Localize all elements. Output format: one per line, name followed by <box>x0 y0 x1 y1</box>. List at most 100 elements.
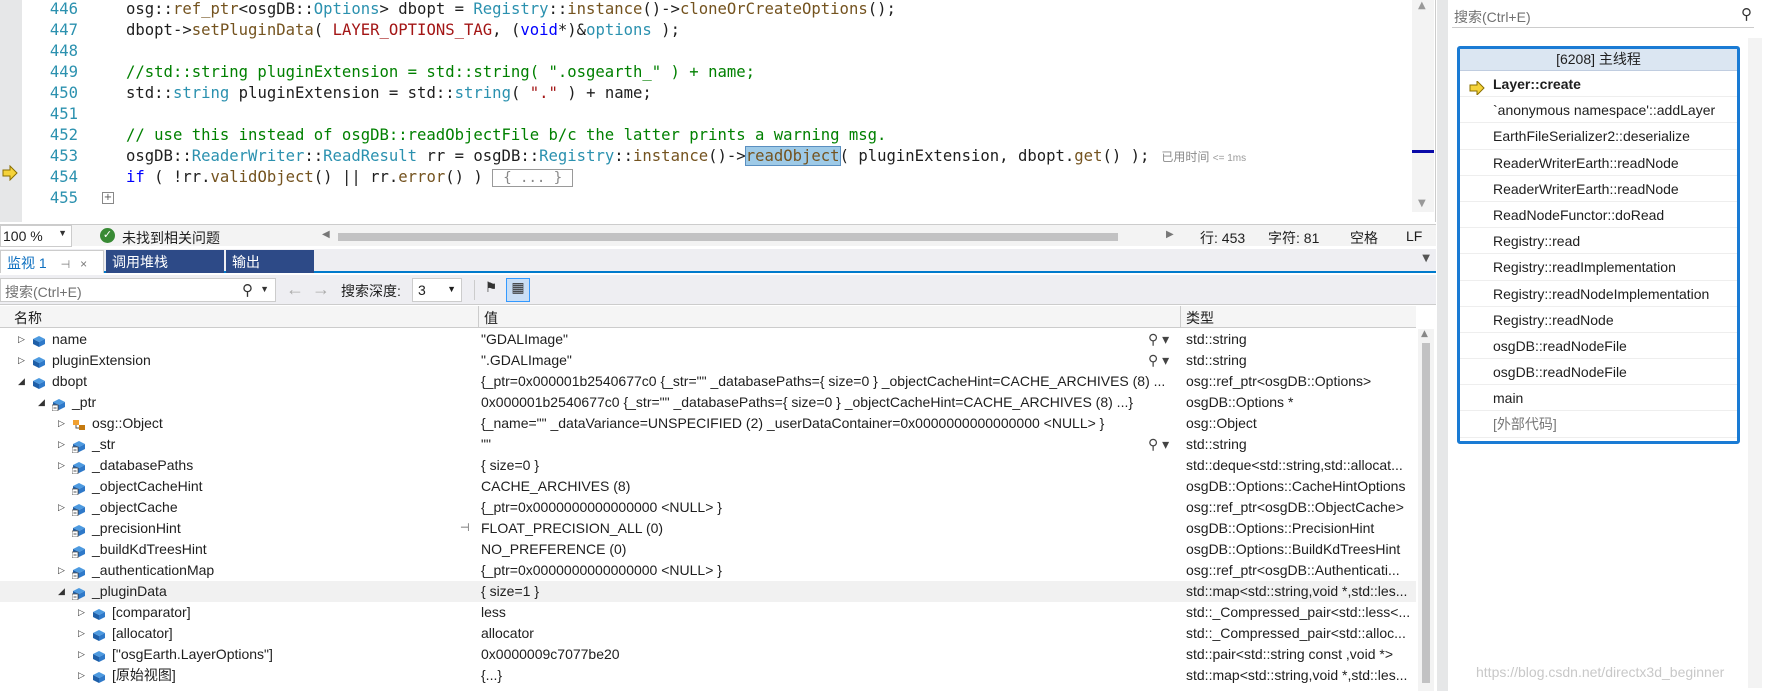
table-row[interactable]: _objectCacheHint CACHE_ARCHIVES (8) osgDB:… <box>0 476 1416 497</box>
expand-arrow-icon[interactable]: ▷ <box>58 413 70 434</box>
issues-status[interactable]: 未找到相关问题 <box>122 228 220 248</box>
stack-frame[interactable]: main <box>1460 385 1737 412</box>
watch-name[interactable]: _databasePaths <box>92 455 193 476</box>
stack-frame[interactable]: `anonymous namespace'::addLayer <box>1460 97 1737 124</box>
visualizer-search-icon[interactable]: ⚲ ▾ <box>1148 350 1169 371</box>
watch-name[interactable]: _objectCacheHint <box>92 476 203 497</box>
expand-arrow-icon[interactable]: ▷ <box>78 665 90 686</box>
collapse-arrow-icon[interactable]: ◢ <box>38 392 50 413</box>
code-line[interactable]: 455 <box>22 187 1412 211</box>
visualizer-search-icon[interactable]: ⚲ ▾ <box>1148 329 1169 350</box>
external-code-frame[interactable]: [外部代码] <box>1460 411 1737 438</box>
eol-indicator[interactable]: LF <box>1406 228 1422 244</box>
table-row[interactable]: ▷ pluginExtension ".GDALImage" ⚲ ▾ std::stri… <box>0 350 1416 371</box>
stack-frame[interactable]: osgDB::readNodeFile <box>1460 333 1737 360</box>
whitespace-indicator[interactable]: 空格 <box>1350 228 1378 248</box>
expand-arrow-icon[interactable]: ▷ <box>58 434 70 455</box>
scroll-up-icon[interactable]: ▲ <box>1421 329 1428 339</box>
watch-value[interactable]: {_ptr=0x0000000000000000 <NULL> } <box>481 560 1178 581</box>
stack-frame[interactable]: ReaderWriterEarth::readNode <box>1460 150 1737 176</box>
watch-name[interactable]: osg::Object <box>92 413 163 434</box>
callstack-search-input[interactable]: 搜索(Ctrl+E) ⚲ <box>1452 4 1754 28</box>
collapsed-block[interactable]: { ... } <box>492 169 574 187</box>
scrollbar-thumb[interactable] <box>338 233 1118 241</box>
watch-name[interactable]: _pluginData <box>92 581 167 602</box>
watch-name[interactable]: _buildKdTreesHint <box>92 539 207 560</box>
close-icon[interactable]: × <box>80 257 87 271</box>
column-divider[interactable] <box>478 306 479 328</box>
table-row[interactable]: ▷ [comparator] less std::_Compressed_pair<s… <box>0 602 1416 623</box>
search-depth-select[interactable]: 3 ▼ <box>412 278 462 302</box>
column-divider[interactable] <box>1180 306 1181 328</box>
editor-horizontal-scrollbar[interactable]: ◀ ▶ <box>320 229 1180 243</box>
watch-name[interactable]: _objectCache <box>92 497 178 518</box>
callstack-scrollbar[interactable] <box>1748 38 1762 688</box>
watch-name[interactable]: _authenticationMap <box>92 560 214 581</box>
scroll-right-icon[interactable]: ▶ <box>1166 229 1174 240</box>
stack-frame[interactable]: Registry::readImplementation <box>1460 254 1737 281</box>
table-row[interactable]: _buildKdTreesHint NO_PREFERENCE (0) osgDB:… <box>0 539 1416 560</box>
char-indicator[interactable]: 字符: 81 <box>1268 228 1319 248</box>
forward-arrow-icon[interactable]: → <box>312 279 330 300</box>
watch-name[interactable]: [原始视图] <box>112 665 176 686</box>
watch-value[interactable]: {...} <box>481 665 1178 686</box>
scrollbar-thumb[interactable] <box>1422 343 1430 683</box>
pane-splitter[interactable] <box>1437 0 1448 691</box>
watch-scrollbar[interactable]: ▲ <box>1418 329 1434 691</box>
watch-value[interactable]: less <box>481 602 1178 623</box>
watch-value[interactable]: CACHE_ARCHIVES (8) <box>481 476 1178 497</box>
scroll-left-icon[interactable]: ◀ <box>322 229 330 240</box>
pin-icon[interactable]: ⊣ <box>61 259 71 271</box>
column-value[interactable]: 值 <box>484 308 498 328</box>
watch-name[interactable]: _str <box>92 434 115 455</box>
table-row[interactable]: ▷ _str "" ⚲ ▾ std::string <box>0 434 1416 455</box>
watch-value[interactable]: NO_PREFERENCE (0) <box>481 539 1178 560</box>
watch-value[interactable]: FLOAT_PRECISION_ALL (0) <box>481 518 1178 539</box>
search-icon[interactable]: ⚲ <box>242 281 253 299</box>
watch-value[interactable]: 0x0000009c7077be20 <box>481 644 1178 665</box>
watch-value[interactable]: 0x000001b2540677c0 {_str="" _databasePat… <box>481 392 1178 413</box>
stack-frame[interactable]: Layer::create <box>1460 71 1737 98</box>
table-row[interactable]: ▷ [allocator] allocator std::_Compressed_pa… <box>0 623 1416 644</box>
watch-name[interactable]: name <box>52 329 87 350</box>
table-row[interactable]: ▷ [原始视图] {...} std::map<std::string,void *,… <box>0 665 1416 686</box>
column-name[interactable]: 名称 <box>14 308 42 328</box>
table-row[interactable]: ▷ _databasePaths { size=0 } std::deque<std:… <box>0 455 1416 476</box>
back-arrow-icon[interactable]: ← <box>286 279 304 300</box>
table-row[interactable]: ▷ name "GDALImage" ⚲ ▾ std::string <box>0 329 1416 350</box>
watch-name[interactable]: pluginExtension <box>52 350 151 371</box>
tab-watch-1[interactable]: 监视 1 ⊣ × <box>0 250 104 273</box>
watch-name[interactable]: [comparator] <box>112 602 191 623</box>
editor-scrollbar[interactable]: ▲ ▼ <box>1412 0 1434 212</box>
watch-value[interactable]: allocator <box>481 623 1178 644</box>
watch-value[interactable]: { size=1 } <box>481 581 1178 602</box>
watch-name[interactable]: [allocator] <box>112 623 173 644</box>
stack-frame[interactable]: Registry::readNodeImplementation <box>1460 281 1737 307</box>
stack-frame[interactable]: EarthFileSerializer2::deserialize <box>1460 123 1737 150</box>
expand-arrow-icon[interactable]: ▷ <box>18 350 30 371</box>
tab-output[interactable]: 输出 <box>226 250 314 273</box>
table-row[interactable]: ▷ ["osgEarth.LayerOptions"] 0x0000009c7077… <box>0 644 1416 665</box>
watch-value[interactable]: {_ptr=0x0000000000000000 <NULL> } <box>481 497 1178 518</box>
watch-value[interactable]: "GDALImage" <box>481 329 1178 350</box>
watch-value[interactable]: ".GDALImage" <box>481 350 1178 371</box>
watch-value[interactable]: {_ptr=0x000001b2540677c0 {_str="" _datab… <box>481 371 1178 392</box>
watch-value[interactable]: {_name="" _dataVariance=UNSPECIFIED (2) … <box>481 413 1178 434</box>
table-row[interactable]: ▷ _objectCache {_ptr=0x0000000000000000 <N… <box>0 497 1416 518</box>
expand-arrow-icon[interactable]: ▷ <box>78 623 90 644</box>
table-row[interactable]: _precisionHint ⊣ FLOAT_PRECISION_ALL (0) os… <box>0 518 1416 539</box>
watch-name[interactable]: _ptr <box>72 392 96 413</box>
watch-name[interactable]: ["osgEarth.LayerOptions"] <box>112 644 273 665</box>
pin-icon[interactable]: ⊣ <box>460 518 470 539</box>
watch-search-input[interactable]: 搜索(Ctrl+E) ⚲ ▼ <box>0 278 276 302</box>
watch-value[interactable]: { size=0 } <box>481 455 1178 476</box>
expand-arrow-icon[interactable]: ▷ <box>78 644 90 665</box>
glyph-margin[interactable] <box>0 0 22 222</box>
column-type[interactable]: 类型 <box>1186 308 1214 328</box>
expand-arrow-icon[interactable]: ▷ <box>58 560 70 581</box>
watch-value[interactable]: "" <box>481 434 1178 455</box>
table-row[interactable]: ◢ dbopt {_ptr=0x000001b2540677c0 {_str="" … <box>0 371 1416 392</box>
stack-frame[interactable]: ReadNodeFunctor::doRead <box>1460 202 1737 229</box>
view-toggle-icon[interactable]: ▦ <box>506 278 530 302</box>
window-menu-icon[interactable]: ▼ <box>1422 253 1430 264</box>
